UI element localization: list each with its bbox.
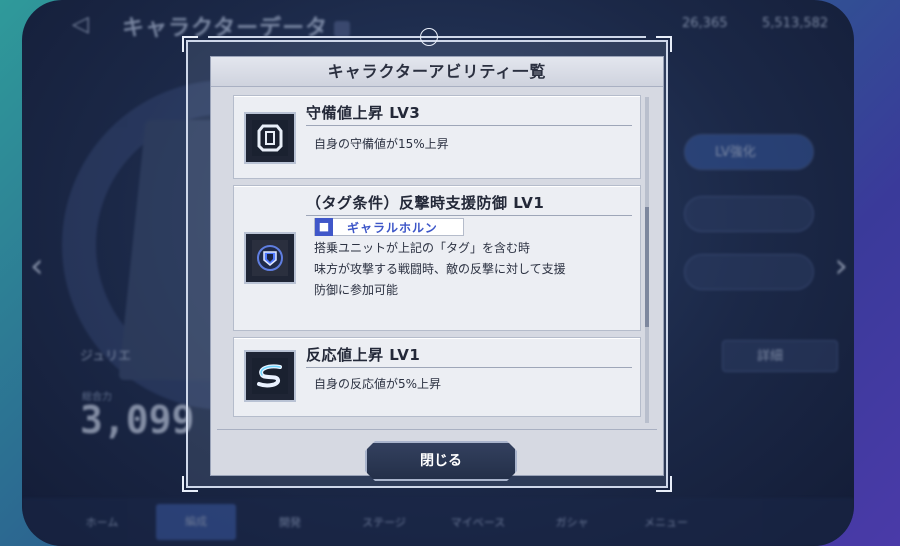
crosshair-icon	[420, 28, 438, 46]
detail-button: 詳細	[722, 340, 838, 372]
ability-description: 自身の反応値が5%上昇	[314, 377, 442, 391]
ability-item: 守備値上昇 LV3 自身の守備値が15%上昇	[233, 95, 641, 179]
nav-gacha: ガシャ	[555, 516, 589, 529]
divider	[217, 429, 657, 430]
currency-2: 5,513,582	[762, 16, 829, 31]
nav-menu: メニュー	[644, 516, 688, 529]
reaction-swoosh-icon	[244, 350, 296, 402]
frame-corner	[656, 36, 672, 52]
robot-icon: ■	[315, 218, 333, 236]
stat-value: 3,099	[80, 398, 195, 442]
info-icon	[334, 21, 351, 37]
ability-description-line: 味方が攻撃する戦闘時、敵の反撃に対して支援	[314, 262, 566, 276]
tag-label: ギャラルホルン	[347, 220, 438, 235]
back-icon: ◁	[72, 12, 89, 37]
ability-description: 搭乗ユニットが上記の「タグ」を含む時 味方が攻撃する戦闘時、敵の反撃に対して支援…	[314, 238, 566, 301]
frame-corner	[182, 476, 198, 492]
ability-title: 守備値上昇 LV3	[306, 102, 632, 126]
background-search-2	[684, 254, 814, 290]
shield-badge-icon	[244, 112, 296, 164]
ability-list-dialog: キャラクターアビリティ一覧 守備値上昇 LV3 自身の守備値が15%上昇 （タグ…	[210, 56, 664, 476]
next-arrow-icon: ›	[834, 246, 848, 286]
scrollbar-thumb[interactable]	[645, 207, 649, 327]
scrollbar[interactable]	[645, 97, 649, 423]
ability-description: 自身の守備値が15%上昇	[314, 137, 449, 151]
ability-title: 反応値上昇 LV1	[306, 344, 632, 368]
tag-badge: ■ ギャラルホルン	[314, 218, 464, 236]
nav-mybase: マイベース	[450, 516, 506, 529]
bottom-nav: ホーム 編成 開発 ステージ マイベース ガシャ メニュー	[22, 498, 854, 546]
background-search-1	[684, 196, 814, 232]
nav-develop: 開発	[279, 516, 301, 529]
ability-list[interactable]: 守備値上昇 LV3 自身の守備値が15%上昇 （タグ条件）反撃時支援防御 LV1…	[233, 95, 645, 425]
frame-corner	[182, 36, 198, 52]
nav-home: ホーム	[85, 516, 119, 529]
ability-description-line: 防御に参加可能	[314, 283, 399, 297]
frame-corner	[656, 476, 672, 492]
prev-arrow-icon: ‹	[30, 246, 44, 286]
currency-1: 26,365	[682, 16, 728, 31]
ability-item: 反応値上昇 LV1 自身の反応値が5%上昇	[233, 337, 641, 417]
nav-stage: ステージ	[362, 516, 406, 529]
ability-title: （タグ条件）反撃時支援防御 LV1	[306, 192, 632, 216]
close-button[interactable]: 閉じる	[365, 441, 517, 481]
nav-formation: 編成	[156, 504, 236, 540]
dialog-title: キャラクターアビリティ一覧	[211, 57, 663, 87]
support-defense-icon	[244, 232, 296, 284]
ability-description-line: 搭乗ユニットが上記の「タグ」を含む時	[314, 241, 531, 255]
ability-item: （タグ条件）反撃時支援防御 LV1 ■ ギャラルホルン 搭乗ユニットが上記の「タ…	[233, 185, 641, 331]
lv-up-button: LV強化	[684, 134, 814, 170]
character-name: ジュリエ	[80, 349, 132, 364]
